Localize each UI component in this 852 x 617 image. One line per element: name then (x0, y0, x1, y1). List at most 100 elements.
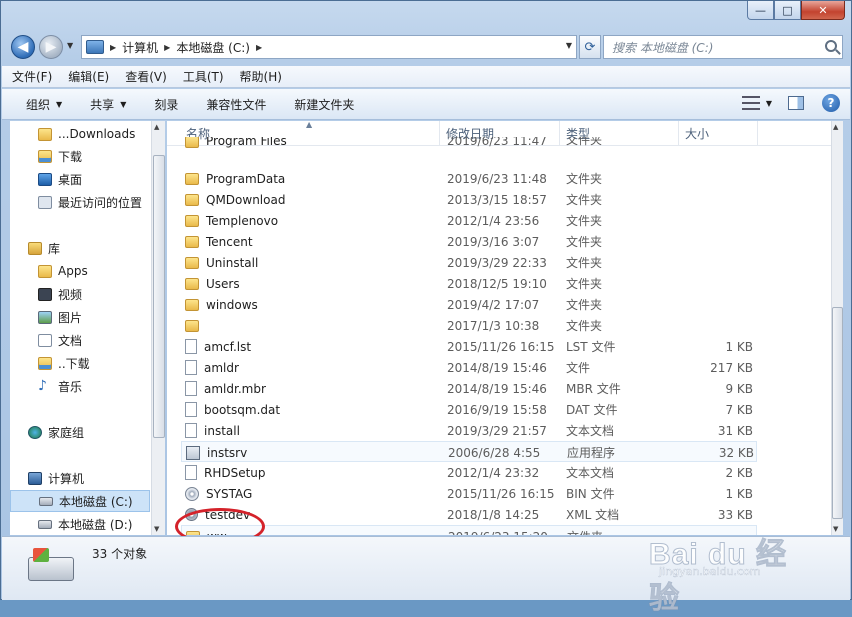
view-dropdown-icon[interactable]: ▼ (766, 99, 772, 108)
table-row[interactable]: RHDSetup 2012/1/4 23:32 文本文档 2 KB (181, 462, 757, 483)
type-text: XML 文档 (566, 508, 620, 522)
cell-size (681, 294, 753, 315)
search-placeholder: 搜索 本地磁盘 (C:) (612, 40, 714, 55)
table-row[interactable]: ProgramData 2019/6/23 11:48 文件夹 (181, 168, 757, 189)
burn-label: 刻录 (154, 97, 179, 112)
table-row[interactable]: ww2019/6/23 15:20文件夹 (181, 525, 757, 535)
type-text: 应用程序 (567, 446, 616, 460)
table-row[interactable]: install 2019/3/29 21:57 文本文档 31 KB (181, 420, 757, 441)
sidebar-item-9[interactable]: ..下载 (10, 352, 90, 374)
search-input[interactable]: 搜索 本地磁盘 (C:) (603, 35, 843, 59)
scroll-up-icon[interactable]: ▲ (833, 123, 838, 131)
type-text: LST 文件 (566, 340, 616, 354)
chevron-right-icon[interactable]: ▶ (164, 43, 170, 52)
sidebar-item-13[interactable]: 本地磁盘 (C:) (10, 490, 150, 512)
refresh-button[interactable]: ⟳ (579, 35, 601, 59)
recent-pages-dropdown[interactable]: ▼ (67, 41, 73, 50)
cell-type: 文本文档 (566, 420, 614, 441)
sidebar-item-0[interactable]: ...Downloads (10, 123, 135, 145)
table-row[interactable]: Program Files 2019/6/23 11:47 文件夹 (181, 137, 757, 148)
burn-button[interactable]: 刻录 (154, 96, 178, 113)
sidebar-item-10[interactable]: ♪ 音乐 (10, 375, 82, 397)
cell-size: 9 KB (681, 378, 753, 399)
date-text: 2019/6/23 11:48 (447, 171, 547, 186)
sidebar-item-11[interactable]: 家庭组 (10, 421, 84, 443)
close-button[interactable]: ✕ (801, 1, 845, 20)
table-row[interactable]: amcf.lst 2015/11/26 16:15 LST 文件 1 KB (181, 336, 757, 357)
change-view-icon[interactable] (741, 96, 760, 110)
forward-button[interactable]: ▶ (39, 35, 63, 59)
address-dropdown-icon[interactable]: ▼ (566, 41, 572, 50)
type-text: 文件夹 (566, 193, 603, 207)
menu-view[interactable]: 查看(V) (125, 68, 167, 85)
address-bar[interactable]: ▶ 计算机 ▶ 本地磁盘 (C:) ▶ ▼ (81, 35, 577, 59)
file-scroll-thumb[interactable] (832, 307, 843, 519)
table-row[interactable]: windows 2019/4/2 17:07 文件夹 (181, 294, 757, 315)
sidebar-item-6[interactable]: 视频 (10, 283, 82, 305)
status-bar: 33 个对象 (2, 536, 850, 600)
menu-help[interactable]: 帮助(H) (240, 68, 282, 85)
table-row[interactable]: bootsqm.dat 2016/9/19 15:58 DAT 文件 7 KB (181, 399, 757, 420)
share-button[interactable]: 共享 ▼ (90, 96, 126, 113)
preview-pane-icon[interactable] (788, 96, 804, 110)
cell-size: 1 KB (681, 483, 753, 504)
table-row[interactable]: QMDownload 2013/3/15 18:57 文件夹 (181, 189, 757, 210)
scroll-down-icon[interactable]: ▼ (154, 525, 159, 533)
cell-name: SYSTAG (185, 483, 252, 504)
cell-name: Users (185, 273, 240, 294)
chevron-right-icon[interactable]: ▶ (256, 43, 262, 52)
new-folder-button[interactable]: 新建文件夹 (294, 96, 354, 113)
nav-scroll-thumb[interactable] (153, 155, 165, 438)
folder-icon (185, 214, 199, 227)
menu-edit[interactable]: 编辑(E) (68, 68, 109, 85)
table-row[interactable]: instsrv 2006/6/28 4:55 应用程序 32 KB (181, 441, 757, 462)
maximize-button[interactable]: □ (774, 1, 801, 20)
table-row[interactable]: 2017/1/3 10:38 文件夹 (181, 315, 757, 336)
table-row[interactable]: amldr.mbr 2014/8/19 15:46 MBR 文件 9 KB (181, 378, 757, 399)
file-list-scrollbar[interactable]: ▲ ▼ (831, 121, 843, 535)
file-icon (185, 360, 197, 375)
sidebar-item-7[interactable]: 图片 (10, 306, 82, 328)
breadcrumb-computer[interactable]: 计算机 (122, 39, 158, 56)
name-text: Templenovo (206, 213, 279, 228)
sidebar-item-12[interactable]: 计算机 (10, 467, 84, 489)
date-text: 2018/1/8 14:25 (447, 507, 540, 522)
recent-places-icon (38, 195, 52, 209)
compatibility-files-button[interactable]: 兼容性文件 (206, 96, 266, 113)
sidebar-item-label: 桌面 (58, 172, 83, 187)
menu-file[interactable]: 文件(F) (12, 68, 52, 85)
table-row[interactable]: Users 2018/12/5 19:10 文件夹 (181, 273, 757, 294)
libraries-icon (28, 241, 42, 255)
folder-icon (185, 277, 199, 290)
table-row[interactable]: testdev 2018/1/8 14:25 XML 文档 33 KB (181, 504, 757, 525)
table-row[interactable]: amldr 2014/8/19 15:46 文件 217 KB (181, 357, 757, 378)
sidebar-item-5[interactable]: Apps (10, 260, 88, 282)
breadcrumb-local-disk-c[interactable]: 本地磁盘 (C:) (176, 39, 250, 56)
sidebar-item-3[interactable]: 最近访问的位置 (10, 191, 142, 213)
back-button[interactable]: ◀ (11, 35, 35, 59)
table-row[interactable]: Tencent 2019/3/16 3:07 文件夹 (181, 231, 757, 252)
sidebar-item-8[interactable]: 文档 (10, 329, 82, 351)
table-row[interactable]: Templenovo 2012/1/4 23:56 文件夹 (181, 210, 757, 231)
organize-button[interactable]: 组织 ▼ (26, 96, 62, 113)
table-row[interactable]: Uninstall 2019/3/29 22:33 文件夹 (181, 252, 757, 273)
help-icon[interactable]: ? (822, 94, 840, 112)
view-controls: ▼ ? (741, 94, 840, 112)
cell-size (681, 210, 753, 231)
sidebar-item-2[interactable]: 桌面 (10, 168, 82, 190)
chevron-right-icon[interactable]: ▶ (110, 43, 116, 52)
sidebar-item-4[interactable]: 库 (10, 237, 60, 259)
type-text: 文本文档 (566, 466, 615, 480)
sidebar-item-14[interactable]: 本地磁盘 (D:) (10, 513, 132, 535)
table-row[interactable]: SYSTAG 2015/11/26 16:15 BIN 文件 1 KB (181, 483, 757, 504)
computer-icon (86, 40, 104, 54)
date-text: 2019/6/23 15:20 (448, 530, 548, 536)
computer-icon (28, 471, 42, 485)
nav-pane-scrollbar[interactable]: ▲ ▼ (151, 121, 165, 535)
folder-icon (185, 256, 199, 269)
sidebar-item-1[interactable]: 下载 (10, 145, 82, 167)
minimize-button[interactable]: — (747, 1, 774, 20)
menu-tools[interactable]: 工具(T) (183, 68, 224, 85)
scroll-up-icon[interactable]: ▲ (154, 123, 159, 131)
scroll-down-icon[interactable]: ▼ (833, 525, 838, 533)
